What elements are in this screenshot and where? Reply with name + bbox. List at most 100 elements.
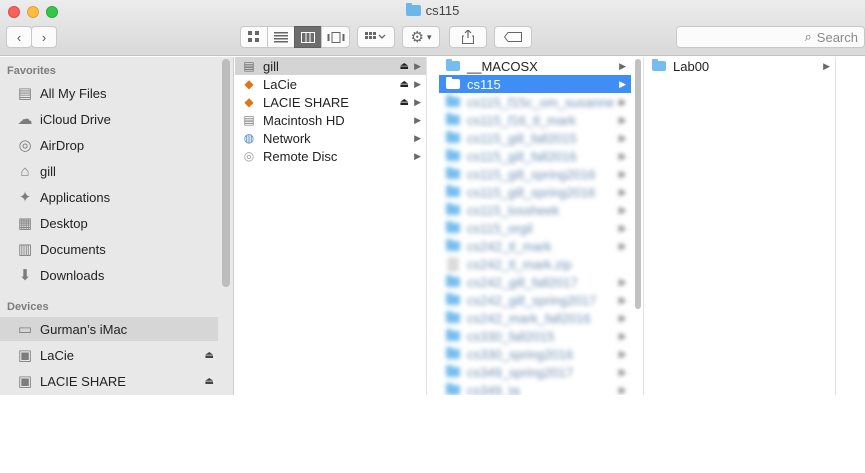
sidebar-scrollbar[interactable]: [222, 59, 230, 287]
drive-icon: ▣: [17, 347, 33, 364]
folder-icon: [446, 365, 460, 377]
column-item[interactable]: cs242_tl_mark ▶: [439, 237, 631, 255]
search-icon: ⌕: [804, 29, 812, 44]
column-item[interactable]: cs115_gill_spring2016 ▶: [439, 183, 631, 201]
applications-icon: ✦: [18, 189, 32, 206]
sidebar-item-gill[interactable]: ⌂ gill: [0, 159, 218, 183]
sidebar-item-lacie-share[interactable]: ▣ LACIE SHARE ⏏: [0, 369, 218, 393]
column-item[interactable]: cs349_spring2017 ▶: [439, 363, 631, 381]
sidebar-item-label: iCloud Drive: [40, 111, 111, 127]
folder-icon: [446, 113, 460, 125]
sidebar-item-lacie[interactable]: ▣ LaCie ⏏: [0, 343, 218, 367]
arrange-button[interactable]: [357, 26, 395, 48]
chevron-right-icon: ▶: [619, 150, 626, 161]
drive-icon: ▣: [17, 373, 33, 390]
share-icon: [462, 30, 474, 44]
column-scrollbar[interactable]: [635, 59, 641, 309]
column-volumes: ▤ gill ⏏ ▶ ◆ LaCie ⏏ ▶ ◆ LACIE SHARE ⏏ ▶ ▤ Maci…: [235, 57, 427, 395]
column-item[interactable]: cs242_tl_mark.zip: [439, 255, 631, 273]
column-item-network[interactable]: ◍ Network ▶: [235, 129, 426, 147]
forward-button[interactable]: ›: [31, 26, 57, 48]
all-files-icon: ▤: [17, 85, 33, 102]
share-button[interactable]: [449, 26, 487, 48]
column-item[interactable]: cs349_ta ▶: [439, 381, 631, 395]
column-item[interactable]: cs115_f16_tl_mark ▶: [439, 111, 631, 129]
column-item[interactable]: cs115_gill_spring2016 ▶: [439, 165, 631, 183]
column-item[interactable]: cs115_gill_fall2016 ▶: [439, 147, 631, 165]
external-drive-icon: ◆: [244, 77, 254, 91]
column-item-label: cs242_tl_mark: [467, 238, 552, 254]
column-item-remote-disc[interactable]: ◎ Remote Disc ▶: [235, 147, 426, 165]
home-drive-icon: ▤: [243, 59, 255, 73]
eject-icon[interactable]: ⏏: [400, 61, 409, 72]
tags-button[interactable]: [494, 26, 532, 48]
chevron-right-icon: ▶: [619, 294, 626, 305]
sidebar-item-documents[interactable]: ▥ Documents: [0, 237, 218, 261]
column-item-lacie[interactable]: ◆ LaCie ⏏ ▶: [235, 75, 426, 93]
sidebar-item-imac[interactable]: ▭ Gurman’s iMac: [0, 317, 218, 341]
chevron-right-icon: ▶: [619, 78, 626, 89]
column-item[interactable]: cs115_orgil ▶: [439, 219, 631, 237]
sidebar-item-downloads[interactable]: ⬇ Downloads: [0, 263, 218, 287]
column-item[interactable]: cs242_gill_fall2017 ▶: [439, 273, 631, 291]
eject-icon[interactable]: ⏏: [205, 376, 214, 387]
imac-icon: ▭: [17, 321, 33, 338]
chevron-right-icon: ▶: [619, 168, 626, 179]
chevron-right-icon: ▶: [619, 348, 626, 359]
eject-icon[interactable]: ⏏: [400, 79, 409, 90]
column-view-button[interactable]: [294, 26, 322, 48]
sidebar-item-applications[interactable]: ✦ Applications: [0, 185, 218, 209]
eject-icon[interactable]: ⏏: [400, 97, 409, 108]
folder-icon: [446, 239, 460, 251]
column-item-label: cs242_mark_fall2016: [467, 310, 591, 326]
column-item-label: cs242_gill_fall2017: [467, 274, 578, 290]
column-item-macosx[interactable]: __MACOSX ▶: [439, 57, 631, 75]
chevron-right-icon: ▶: [414, 78, 421, 89]
column-item-lacie-share[interactable]: ◆ LACIE SHARE ⏏ ▶: [235, 93, 426, 111]
sidebar-item-icloud-drive[interactable]: ☁ iCloud Drive: [0, 107, 218, 131]
column-item[interactable]: cs115_gill_fall2015 ▶: [439, 129, 631, 147]
column-item-macintosh-hd[interactable]: ▤ Macintosh HD ▶: [235, 111, 426, 129]
chevron-right-icon: ▶: [619, 114, 626, 125]
arrange-grid-icon: [365, 31, 386, 39]
cover-flow-icon: [327, 31, 344, 43]
chevron-right-icon: ▶: [414, 114, 421, 125]
desktop-blank-area: [0, 395, 865, 473]
chevron-down-icon: ▾: [426, 31, 432, 42]
sidebar-item-airdrop[interactable]: ◎ AirDrop: [0, 133, 218, 157]
column-item-lab00[interactable]: Lab00 ▶: [645, 57, 835, 75]
column-item[interactable]: cs242_mark_fall2016 ▶: [439, 309, 631, 327]
column-item-gill[interactable]: ▤ gill ⏏ ▶: [235, 57, 426, 75]
column-item[interactable]: cs330_spring2016 ▶: [439, 345, 631, 363]
column-item-label: Network: [263, 130, 311, 146]
column-item[interactable]: cs242_gill_spring2017 ▶: [439, 291, 631, 309]
sidebar-item-label: LaCie: [40, 347, 74, 363]
action-button[interactable]: ⚙ ▾: [402, 26, 440, 48]
list-view-button[interactable]: [267, 26, 295, 48]
search-field[interactable]: ⌕ Search: [676, 26, 865, 48]
documents-icon: ▥: [17, 241, 33, 258]
column-item-label: LACIE SHARE: [263, 94, 349, 110]
column-item[interactable]: cs115_lossheek ▶: [439, 201, 631, 219]
column-item-cs115[interactable]: cs115 ▶: [439, 75, 631, 93]
column-item-label: cs349_ta: [467, 382, 520, 396]
chevron-right-icon: ▶: [619, 384, 626, 395]
column-item-label: cs115_gill_fall2015: [467, 130, 577, 146]
gear-icon: ⚙: [410, 29, 424, 46]
column-cs115-contents: Lab00 ▶: [645, 57, 836, 395]
back-button[interactable]: ‹: [6, 26, 32, 48]
column-item[interactable]: cs115_f15c_om_susanne ▶: [439, 93, 631, 111]
sidebar-item-label: Gurman’s iMac: [40, 321, 128, 337]
column-item-label: cs115_gill_fall2016: [467, 148, 577, 164]
desktop-icon: ▦: [17, 215, 33, 232]
column-item[interactable]: cs330_fall2015 ▶: [439, 327, 631, 345]
cover-flow-button[interactable]: [321, 26, 350, 48]
columns-icon: [301, 31, 315, 43]
folder-icon: [446, 77, 460, 89]
window-title-text: cs115: [425, 3, 460, 18]
icon-view-button[interactable]: [240, 26, 268, 48]
eject-icon[interactable]: ⏏: [205, 350, 214, 361]
sidebar-item-desktop[interactable]: ▦ Desktop: [0, 211, 218, 235]
list-lines-icon: [274, 31, 288, 42]
sidebar-item-all-my-files[interactable]: ▤ All My Files: [0, 81, 218, 105]
